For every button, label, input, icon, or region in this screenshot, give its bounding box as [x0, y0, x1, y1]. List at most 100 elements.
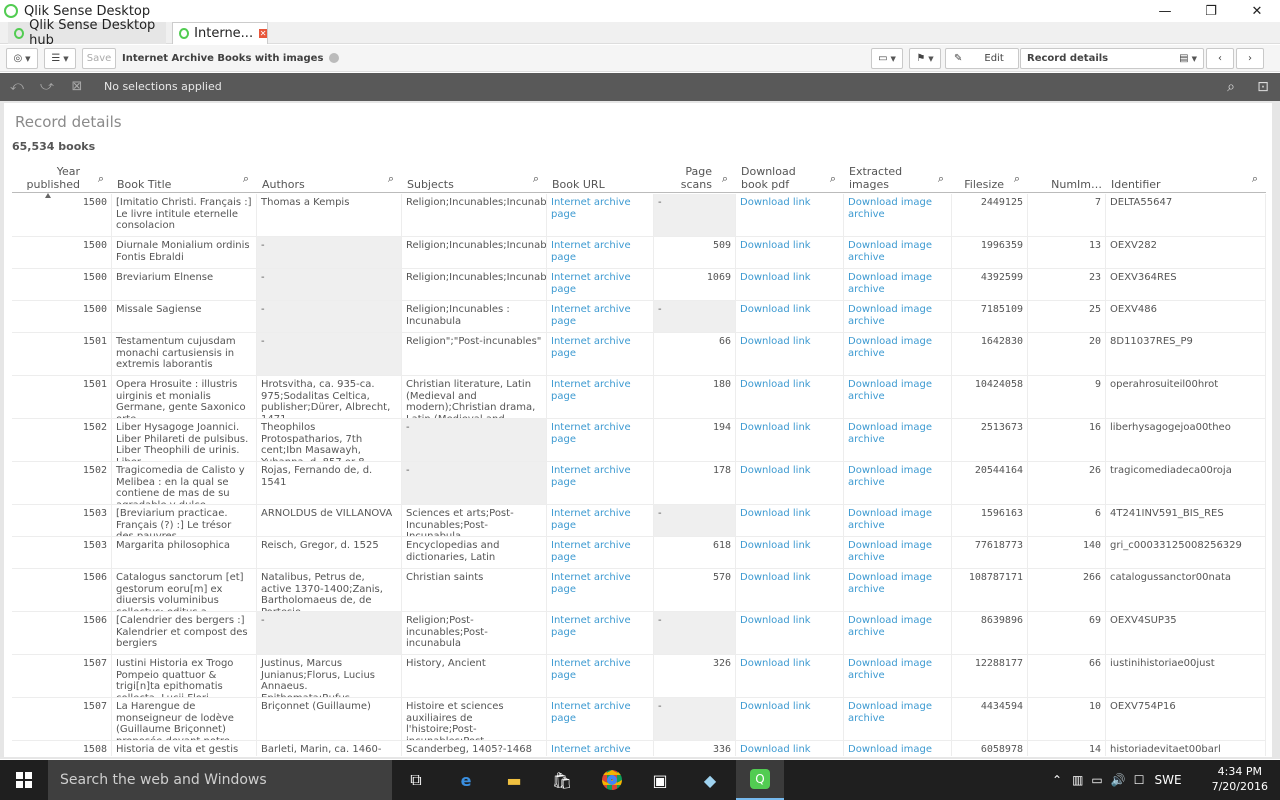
- cell-book-url[interactable]: Internet archive page: [547, 537, 654, 568]
- more-icon[interactable]: [328, 53, 339, 63]
- app-icon-2[interactable]: ◆: [686, 760, 734, 800]
- table-row[interactable]: 1506 [Calendrier des bergers :] Kalendrie…: [12, 612, 1266, 655]
- volume-icon[interactable]: 🔊: [1111, 773, 1126, 787]
- edit-button[interactable]: ✎ Edit: [945, 48, 1019, 69]
- selections-tool-icon[interactable]: ⊡: [1254, 78, 1272, 96]
- cell-extracted-images[interactable]: Download image archive: [844, 741, 952, 756]
- column-header-year-published[interactable]: Year published ⌕: [12, 159, 112, 198]
- global-menu-button[interactable]: ☰ ▼: [44, 48, 76, 69]
- start-button[interactable]: [0, 760, 48, 800]
- cell-download-pdf[interactable]: Download link: [736, 237, 844, 268]
- tab-close-button[interactable]: ✕: [259, 29, 267, 38]
- search-icon[interactable]: ⌕: [938, 172, 944, 185]
- cell-extracted-images[interactable]: Download image archive: [844, 376, 952, 418]
- file-explorer-icon[interactable]: ▬: [490, 760, 538, 800]
- taskbar-clock[interactable]: 4:34 PM 7/20/2016: [1212, 764, 1268, 794]
- cell-extracted-images[interactable]: Download image archive: [844, 505, 952, 536]
- language-indicator[interactable]: SWE: [1154, 773, 1181, 787]
- table-row[interactable]: 1501 Opera Hrosuite : illustris uirginis …: [12, 376, 1266, 419]
- next-sheet-button[interactable]: ›: [1236, 48, 1264, 69]
- minimize-button[interactable]: —: [1142, 0, 1188, 22]
- cell-extracted-images[interactable]: Download image archive: [844, 537, 952, 568]
- present-button[interactable]: ▭ ▼: [871, 48, 903, 69]
- maximize-button[interactable]: ❐: [1188, 0, 1234, 22]
- column-header-download-pdf[interactable]: Download book pdf ⌕: [736, 159, 844, 193]
- table-row[interactable]: 1500 [Imitatio Christi. Français :] Le li…: [12, 194, 1266, 237]
- cell-book-url[interactable]: Internet archive page: [547, 333, 654, 375]
- cell-book-url[interactable]: Internet archive page: [547, 741, 654, 756]
- table-row[interactable]: 1500 Missale Sagiense - Religion;Incunables…: [12, 301, 1266, 333]
- cell-download-pdf[interactable]: Download link: [736, 655, 844, 697]
- save-button[interactable]: Save: [82, 48, 116, 69]
- cell-download-pdf[interactable]: Download link: [736, 741, 844, 756]
- cell-download-pdf[interactable]: Download link: [736, 194, 844, 236]
- column-header-num-images[interactable]: NumIm…: [1028, 159, 1106, 193]
- cell-book-url[interactable]: Internet archive page: [547, 237, 654, 268]
- cell-download-pdf[interactable]: Download link: [736, 419, 844, 461]
- show-hidden-icon[interactable]: ⌃: [1052, 773, 1062, 787]
- table-row[interactable]: 1502 Liber Hysagoge Joannici. Liber Phila…: [12, 419, 1266, 462]
- cell-extracted-images[interactable]: Download image archive: [844, 462, 952, 504]
- search-icon[interactable]: ⌕: [1252, 172, 1258, 185]
- cell-extracted-images[interactable]: Download image archive: [844, 194, 952, 236]
- search-icon[interactable]: ⌕: [1222, 78, 1240, 96]
- taskbar-search-box[interactable]: Search the web and Windows: [48, 760, 392, 800]
- cell-download-pdf[interactable]: Download link: [736, 698, 844, 740]
- cell-extracted-images[interactable]: Download image archive: [844, 269, 952, 300]
- cell-extracted-images[interactable]: Download image archive: [844, 569, 952, 611]
- store-icon[interactable]: 🛍: [538, 760, 586, 800]
- column-header-extracted-images[interactable]: Extracted images ⌕: [844, 159, 952, 193]
- cell-extracted-images[interactable]: Download image archive: [844, 237, 952, 268]
- navigation-menu-button[interactable]: ◎ ▼: [6, 48, 38, 69]
- table-row[interactable]: 1502 Tragicomedia de Calisto y Melibea : …: [12, 462, 1266, 505]
- column-header-filesize[interactable]: Filesize ⌕: [952, 159, 1028, 193]
- column-header-book-url[interactable]: Book URL: [547, 159, 654, 193]
- cell-download-pdf[interactable]: Download link: [736, 301, 844, 332]
- task-view-icon[interactable]: ⧉: [392, 760, 440, 800]
- step-back-icon[interactable]: ⤺: [8, 79, 26, 95]
- table-row[interactable]: 1507 Iustini Historia ex Trogo Pompeio qu…: [12, 655, 1266, 698]
- notifications-icon[interactable]: ☐: [1134, 773, 1145, 787]
- search-icon[interactable]: ⌕: [533, 172, 539, 185]
- cell-download-pdf[interactable]: Download link: [736, 505, 844, 536]
- column-header-subjects[interactable]: Subjects ⌕: [402, 159, 547, 193]
- tab-hub[interactable]: Qlik Sense Desktop hub: [8, 18, 166, 48]
- search-icon[interactable]: ⌕: [243, 172, 249, 185]
- cell-extracted-images[interactable]: Download image archive: [844, 333, 952, 375]
- tab-app[interactable]: Interne... ✕: [172, 22, 268, 44]
- cell-download-pdf[interactable]: Download link: [736, 569, 844, 611]
- edge-browser-icon[interactable]: e: [442, 760, 490, 800]
- cell-book-url[interactable]: Internet archive page: [547, 698, 654, 740]
- close-window-button[interactable]: ✕: [1234, 0, 1280, 22]
- cell-book-url[interactable]: Internet archive page: [547, 462, 654, 504]
- table-row[interactable]: 1506 Catalogus sanctorum [et] gestorum eo…: [12, 569, 1266, 612]
- bookmark-button[interactable]: ⚑ ▼: [909, 48, 941, 69]
- sheet-selector[interactable]: Record details ▤ ▼: [1020, 48, 1204, 69]
- chrome-icon[interactable]: [588, 760, 636, 800]
- cell-extracted-images[interactable]: Download image archive: [844, 419, 952, 461]
- table-row[interactable]: 1501 Testamentum cujusdam monachi cartusi…: [12, 333, 1266, 376]
- cell-download-pdf[interactable]: Download link: [736, 333, 844, 375]
- cell-book-url[interactable]: Internet archive page: [547, 269, 654, 300]
- cell-book-url[interactable]: Internet archive page: [547, 419, 654, 461]
- search-icon[interactable]: ⌕: [722, 172, 728, 185]
- table-row[interactable]: 1500 Diurnale Monialium ordinis Fontis Eb…: [12, 237, 1266, 269]
- step-forward-icon[interactable]: ⤻: [38, 79, 56, 95]
- column-header-identifier[interactable]: Identifier ⌕: [1106, 159, 1266, 193]
- column-header-authors[interactable]: Authors ⌕: [257, 159, 402, 193]
- cell-download-pdf[interactable]: Download link: [736, 537, 844, 568]
- cell-book-url[interactable]: Internet archive page: [547, 376, 654, 418]
- cell-download-pdf[interactable]: Download link: [736, 462, 844, 504]
- cell-download-pdf[interactable]: Download link: [736, 376, 844, 418]
- cell-book-url[interactable]: Internet archive page: [547, 194, 654, 236]
- clear-all-icon[interactable]: ⊠: [68, 79, 86, 95]
- column-header-book-title[interactable]: Book Title ⌕: [112, 159, 257, 193]
- qlik-taskbar-icon[interactable]: Q: [736, 760, 784, 800]
- cell-book-url[interactable]: Internet archive page: [547, 655, 654, 697]
- cell-extracted-images[interactable]: Download image archive: [844, 655, 952, 697]
- search-icon[interactable]: ⌕: [98, 172, 104, 185]
- app-icon-1[interactable]: ▣: [636, 760, 684, 800]
- table-row[interactable]: 1508 Historia de vita et gestis Barleti, M…: [12, 741, 1266, 756]
- power-icon[interactable]: ▭: [1091, 773, 1102, 787]
- search-icon[interactable]: ⌕: [830, 172, 836, 185]
